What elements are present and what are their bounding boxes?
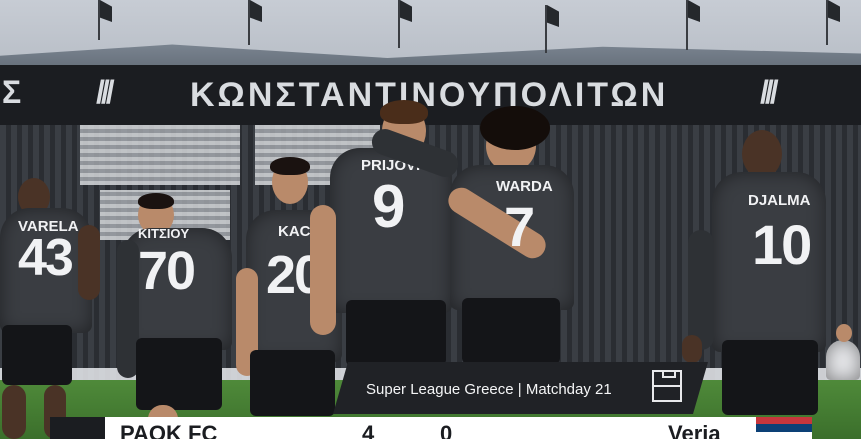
away-team: Veria	[668, 421, 721, 439]
flagpole	[248, 0, 250, 45]
shorts	[462, 298, 560, 364]
arm	[310, 205, 336, 335]
home-team: PAOK FC	[120, 421, 218, 439]
player-name: DJALMA	[748, 192, 811, 209]
banner-left-mark: Σ	[2, 74, 21, 110]
hair	[270, 157, 310, 175]
banner-text: ΚΩΝΣΤΑΝΤΙΝΟΥΠΟΛΙΤΩΝ	[190, 76, 669, 114]
flagpole	[545, 5, 547, 53]
shirt	[826, 340, 860, 380]
shorts	[722, 340, 818, 415]
shorts	[250, 350, 335, 416]
hair	[138, 193, 174, 209]
flagpole	[398, 0, 400, 48]
flagpole	[98, 0, 100, 40]
head	[742, 130, 782, 178]
serbia-flag-icon	[756, 417, 812, 439]
away-score: 0	[440, 421, 453, 439]
sleeve	[688, 230, 714, 350]
home-score: 4	[362, 421, 375, 439]
player-name: KITΣIOY	[138, 226, 190, 241]
head	[836, 324, 852, 342]
hair	[480, 106, 550, 150]
player-number: 70	[138, 241, 196, 301]
banner-right-mark: ///	[760, 74, 779, 110]
player-number: 7	[504, 195, 535, 258]
hand	[682, 335, 702, 363]
match-photo: Σ /// ΚΩΝΣΤΑΝΤΙΝΟΥΠΟΛΙΤΩΝ /// VARELA 43 …	[0, 0, 861, 439]
arm	[78, 225, 100, 300]
flagpole	[686, 0, 688, 50]
flagpole	[826, 0, 828, 45]
leg	[2, 385, 26, 439]
shorts	[136, 338, 222, 410]
pitch-icon	[652, 370, 682, 402]
player-number: 43	[18, 229, 74, 287]
shorts	[346, 300, 446, 366]
player-number: 9	[372, 173, 405, 240]
hair	[380, 100, 428, 124]
shorts	[2, 325, 72, 385]
home-crest-block	[50, 417, 105, 439]
competition-label: Super League Greece | Matchday 21	[366, 381, 612, 398]
banner-mid-mark: ///	[96, 74, 115, 110]
stand-seats	[80, 125, 240, 185]
player-number: 10	[752, 213, 812, 276]
player-name: WARDA	[496, 178, 553, 195]
